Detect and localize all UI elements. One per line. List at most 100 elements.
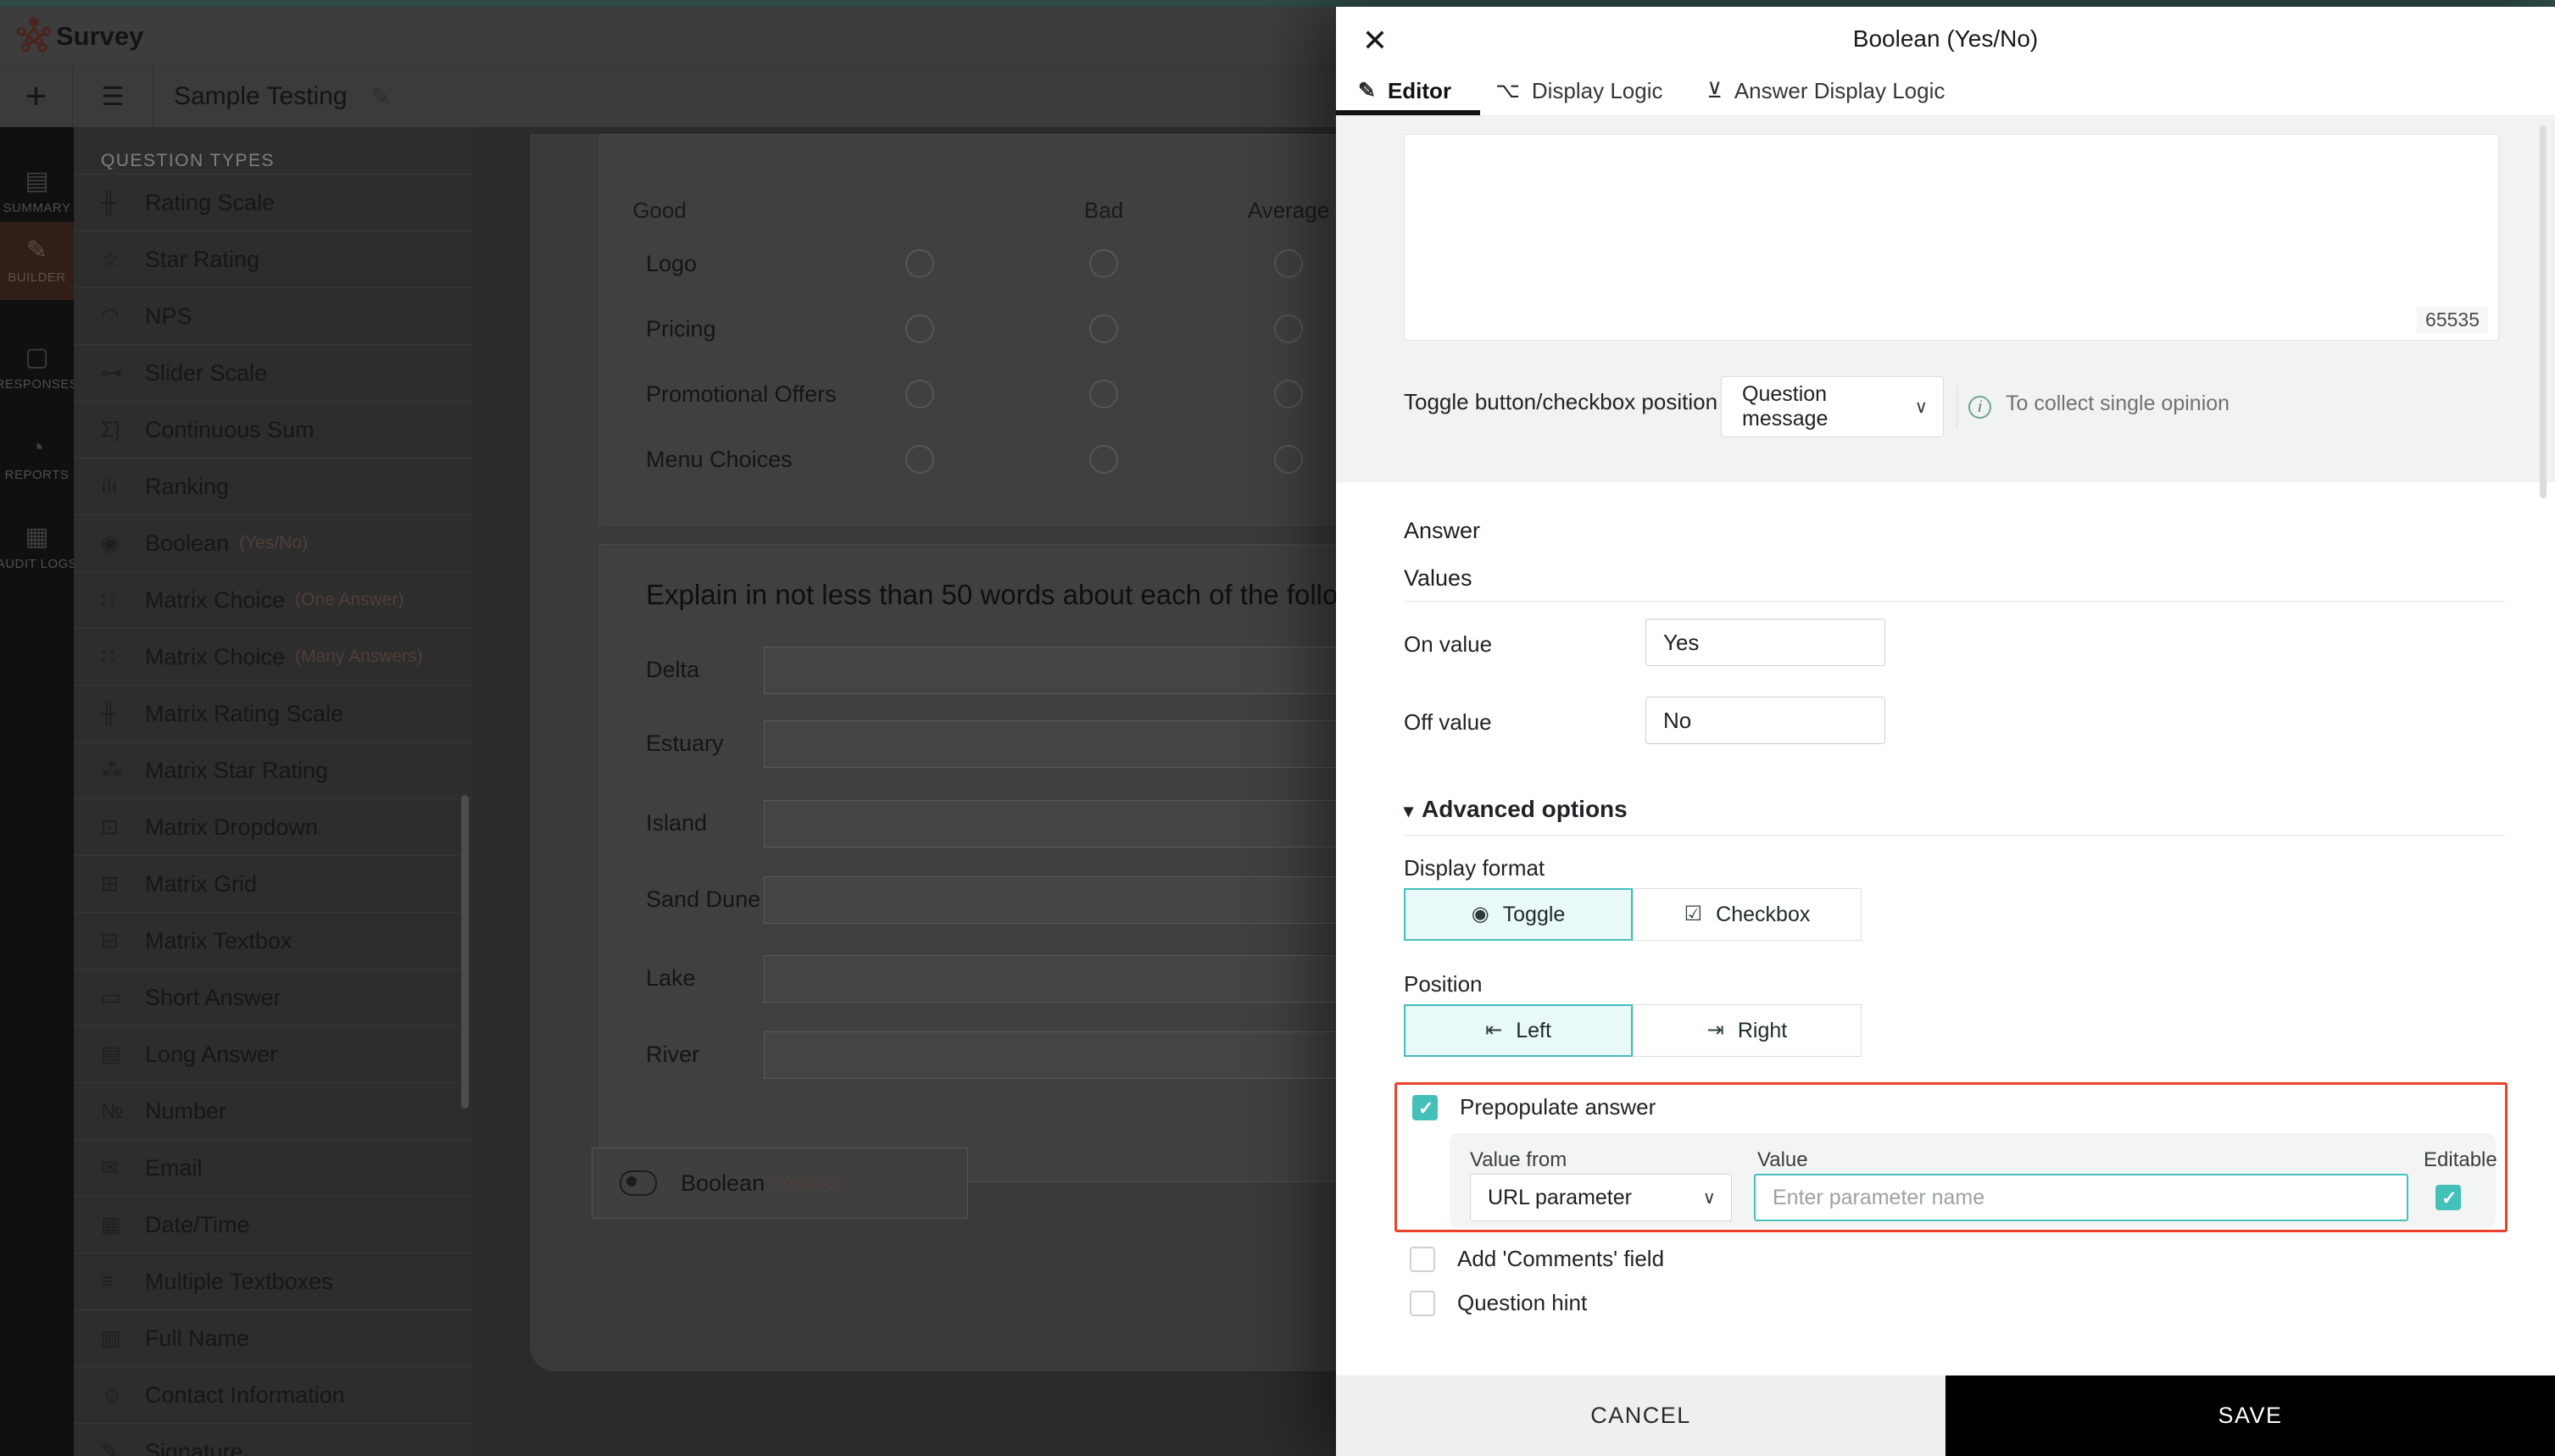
- add-question-button[interactable]: +: [0, 66, 72, 127]
- question-type-item[interactable]: ▤ Long Answer: [74, 1025, 473, 1082]
- rail-item-label: BUILDER: [8, 270, 66, 285]
- question-type-item[interactable]: ╫ Rating Scale: [74, 174, 473, 231]
- matrix-radio[interactable]: [1274, 380, 1303, 408]
- modal-tab[interactable]: ✎ Editor: [1358, 66, 1451, 115]
- matrix-radio[interactable]: [1274, 445, 1303, 474]
- question-type-icon: ╫: [101, 190, 116, 214]
- essay-row-input[interactable]: [764, 800, 1336, 847]
- question-type-item[interactable]: ⊞ Matrix Grid: [74, 855, 473, 912]
- char-counter: 65535: [2417, 307, 2488, 333]
- brand-name: Survey: [56, 21, 144, 51]
- question-type-item[interactable]: ▥ Full Name: [74, 1309, 473, 1366]
- essay-row-input[interactable]: [764, 955, 1336, 1003]
- question-type-item[interactable]: ▦ Date/Time: [74, 1196, 473, 1253]
- question-type-item[interactable]: ∷ Matrix Choice (One Answer): [74, 571, 473, 628]
- question-list-icon[interactable]: ☰: [73, 66, 153, 127]
- rail-item-icon: ✎: [25, 236, 48, 264]
- question-type-item[interactable]: № Number: [74, 1082, 473, 1139]
- panel-scrollbar[interactable]: [461, 795, 469, 1109]
- prepopulate-checkbox[interactable]: [1412, 1094, 1438, 1120]
- question-type-sublabel: (One Answer): [295, 590, 404, 609]
- modal-tab[interactable]: ⌥ Display Logic: [1495, 66, 1662, 115]
- matrix-radio[interactable]: [1274, 314, 1303, 343]
- modal-tab-icon: ⌥: [1495, 78, 1520, 103]
- question-type-item[interactable]: ╫ Matrix Rating Scale: [74, 685, 473, 742]
- rail-item[interactable]: ✎ BUILDER: [0, 222, 74, 300]
- question-type-label: Long Answer: [145, 1041, 278, 1067]
- toggle-option-button[interactable]: ◉ Toggle: [1404, 888, 1633, 941]
- rail-item[interactable]: ◔ REPORTS: [0, 420, 74, 497]
- on-value-input[interactable]: [1645, 619, 1885, 666]
- matrix-column-header: Average: [1247, 197, 1330, 223]
- question-type-item[interactable]: ✎ Signature: [74, 1423, 473, 1456]
- editable-checkbox[interactable]: [2435, 1185, 2461, 1210]
- question-type-label: Full Name: [145, 1325, 250, 1351]
- cancel-button[interactable]: CANCEL: [1336, 1375, 1945, 1456]
- matrix-radio[interactable]: [1089, 445, 1118, 474]
- off-value-input[interactable]: [1645, 697, 1885, 744]
- essay-row-input[interactable]: [764, 720, 1336, 768]
- advanced-options-toggle[interactable]: Advanced options: [1404, 796, 1628, 823]
- parameter-name-input[interactable]: [1754, 1174, 2408, 1221]
- question-type-item[interactable]: ⊟ Matrix Textbox: [74, 912, 473, 969]
- survey-title-text: Sample Testing: [174, 82, 348, 110]
- essay-row-label: Lake: [646, 965, 696, 991]
- matrix-radio[interactable]: [1274, 249, 1303, 278]
- essay-row-input[interactable]: [764, 1031, 1336, 1079]
- rail-item[interactable]: ▦ AUDIT LOGS: [0, 508, 77, 586]
- checkbox-option-button[interactable]: ☑ Checkbox: [1633, 888, 1862, 941]
- question-type-item[interactable]: ◠ NPS: [74, 287, 473, 344]
- question-message-textarea[interactable]: 65535: [1404, 134, 2499, 341]
- modal-tab[interactable]: ⊻ Answer Display Logic: [1707, 66, 1945, 115]
- edit-title-icon[interactable]: ✎: [371, 83, 391, 111]
- question-type-icon: ⊶: [101, 360, 122, 385]
- question-type-item[interactable]: ◉ Boolean (Yes/No): [74, 514, 473, 571]
- question-type-item[interactable]: Σ] Continuous Sum: [74, 401, 473, 458]
- essay-row-input[interactable]: [764, 876, 1336, 924]
- toggle-position-dropdown[interactable]: Question message: [1721, 376, 1944, 437]
- question-type-item[interactable]: ☺ Contact Information: [74, 1366, 473, 1423]
- boolean-question-item[interactable]: Boolean (Yes/No): [592, 1148, 968, 1219]
- essay-row-label: River: [646, 1042, 700, 1067]
- question-type-item[interactable]: ∷ Matrix Choice (Many Answers): [74, 628, 473, 685]
- matrix-radio[interactable]: [905, 445, 934, 474]
- comments-checkbox[interactable]: [1410, 1246, 1435, 1272]
- position-label: Position: [1404, 971, 1483, 997]
- rail-item-icon: ▤: [25, 166, 49, 195]
- matrix-radio[interactable]: [905, 314, 934, 343]
- question-type-item[interactable]: ⊶ Slider Scale: [74, 344, 473, 401]
- rail-item[interactable]: ▢ RESPONSES: [0, 329, 78, 407]
- question-hint-checkbox[interactable]: [1410, 1290, 1435, 1316]
- question-type-item[interactable]: ☆ Star Rating: [74, 231, 473, 287]
- matrix-radio[interactable]: [1089, 314, 1118, 343]
- modal-scrollbar[interactable]: [2540, 125, 2547, 498]
- question-type-item[interactable]: ✉ Email: [74, 1139, 473, 1196]
- rail-item[interactable]: ▤ SUMMARY: [0, 153, 74, 231]
- question-type-label: Continuous Sum: [145, 416, 315, 442]
- toggle-option-label: Toggle: [1502, 902, 1566, 926]
- essay-question-card[interactable]: Explain in not less than 50 words about …: [599, 544, 1336, 1182]
- matrix-radio[interactable]: [905, 249, 934, 278]
- question-type-item[interactable]: ≡ Multiple Textboxes: [74, 1253, 473, 1309]
- matrix-radio[interactable]: [1089, 249, 1118, 278]
- question-type-sublabel: (Yes/No): [239, 533, 309, 553]
- matrix-radio[interactable]: [905, 380, 934, 408]
- essay-row: Island: [600, 800, 1336, 847]
- question-type-item[interactable]: ⁂ Matrix Star Rating: [74, 742, 473, 798]
- value-from-dropdown[interactable]: URL parameter: [1470, 1174, 1732, 1221]
- question-type-icon: ılı: [101, 474, 118, 498]
- right-option-button[interactable]: ⇥ Right: [1633, 1004, 1862, 1057]
- question-type-item[interactable]: ⊡ Matrix Dropdown: [74, 798, 473, 855]
- values-heading: Values: [1404, 565, 1472, 591]
- question-type-icon: ◉: [101, 531, 120, 555]
- essay-row-input[interactable]: [764, 647, 1336, 694]
- left-option-button[interactable]: ⇤ Left: [1404, 1004, 1633, 1057]
- display-format-label: Display format: [1404, 855, 1545, 881]
- app-secondbar: + ☰ Sample Testing ✎ EDITOR SETTINGS: [0, 66, 1336, 186]
- matrix-question-card[interactable]: Bad Average Good Logo Pricing Promotiona…: [599, 134, 1336, 525]
- question-type-item[interactable]: ▭ Short Answer: [74, 969, 473, 1025]
- save-button[interactable]: SAVE: [1945, 1375, 2555, 1456]
- question-types-panel: QUESTION TYPES ╫ Rating Scale ☆ Star Rat…: [74, 127, 474, 1456]
- matrix-radio[interactable]: [1089, 380, 1118, 408]
- question-type-item[interactable]: ılı Ranking: [74, 458, 473, 514]
